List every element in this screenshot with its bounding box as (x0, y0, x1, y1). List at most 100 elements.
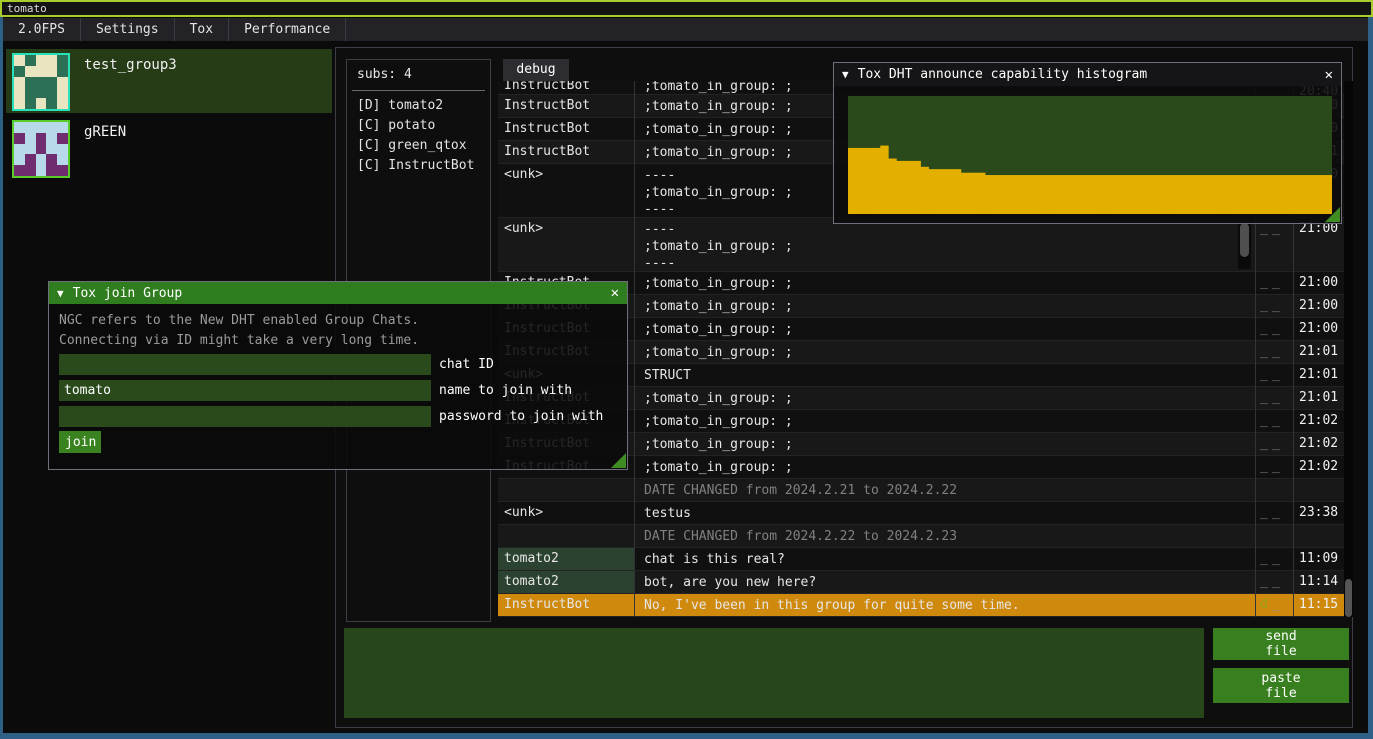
menu-item-performance[interactable]: Performance (229, 18, 346, 41)
message-text-cell: chat is this real? (638, 548, 1254, 570)
message-text-cell: testus (638, 502, 1254, 524)
message-text-cell: No, I've been in this group for quite so… (638, 594, 1254, 616)
message-cell-scrollbar[interactable] (1238, 222, 1251, 269)
subs-count-label: subs: 4 (357, 67, 412, 82)
resize-grip-icon[interactable] (611, 453, 626, 468)
timestamp-cell: 21:02 (1295, 433, 1342, 451)
date-changed-row[interactable]: DATE CHANGED from 2024.2.21 to 2024.2.22 (498, 479, 1344, 502)
sender-name-cell: InstructBot (498, 141, 634, 163)
date-changed-row[interactable]: DATE CHANGED from 2024.2.22 to 2024.2.23 (498, 525, 1344, 548)
member-list-item[interactable]: [D] tomato2 (357, 98, 443, 113)
delivery-status-cell: __ (1256, 387, 1293, 405)
message-text-cell: ;tomato_in_group: ; (638, 341, 1254, 363)
join-description-line: Connecting via ID might take a very long… (59, 333, 419, 348)
message-text-cell: STRUCT (638, 364, 1254, 386)
delivery-status-cell: __ (1256, 410, 1293, 428)
close-icon[interactable]: ✕ (611, 285, 619, 301)
collapse-icon[interactable]: ▼ (57, 287, 64, 300)
message-text-cell: ---- ;tomato_in_group: ; ---- (638, 218, 1254, 271)
send-file-button[interactable]: send file (1213, 628, 1349, 660)
column-divider[interactable] (634, 81, 635, 617)
delivery-status-cell: __ (1256, 364, 1293, 382)
timestamp-cell: 21:02 (1295, 456, 1342, 474)
message-text-cell: ;tomato_in_group: ; (638, 456, 1254, 478)
timestamp-cell: 23:38 (1295, 502, 1342, 520)
join-name-input[interactable] (59, 380, 431, 401)
sender-name-cell: <unk> (498, 502, 634, 524)
group-name-label: test_group3 (84, 57, 177, 73)
message-text-cell: bot, are you new here? (638, 571, 1254, 593)
message-text-cell: ;tomato_in_group: ; (638, 295, 1254, 317)
join-titlebar[interactable]: ▼ Tox join Group ✕ (49, 282, 627, 304)
tab-debug[interactable]: debug (503, 59, 569, 81)
member-list-item[interactable]: [C] green_qtox (357, 138, 467, 153)
chat-id-label: chat ID (439, 357, 494, 372)
timestamp-cell: 21:02 (1295, 410, 1342, 428)
delivery-status-cell: d_ (1256, 594, 1293, 612)
histogram-titlebar[interactable]: ▼ Tox DHT announce capability histogram … (834, 63, 1341, 86)
chat-message-row[interactable]: tomato2chat is this real?__11:09 (498, 548, 1344, 571)
histogram-title: Tox DHT announce capability histogram (858, 67, 1148, 82)
menu-item-tox[interactable]: Tox (175, 18, 229, 41)
chat-message-row[interactable]: <unk>---- ;tomato_in_group: ; ----__21:0… (498, 218, 1344, 272)
join-name-label: name to join with (439, 383, 572, 398)
close-icon[interactable]: ✕ (1325, 67, 1333, 83)
timestamp-cell: 21:00 (1295, 318, 1342, 336)
message-text-cell: DATE CHANGED from 2024.2.22 to 2024.2.23 (638, 525, 1254, 547)
message-text-cell: ;tomato_in_group: ; (638, 387, 1254, 409)
group-avatar (12, 53, 70, 111)
timestamp-cell (1295, 479, 1342, 482)
title-bar[interactable]: tomato (0, 0, 1373, 17)
sidebar-group-test_group3[interactable]: test_group3 (6, 49, 332, 113)
timestamp-cell (1295, 525, 1342, 528)
member-list-item[interactable]: [C] InstructBot (357, 158, 474, 173)
message-text-cell: ;tomato_in_group: ; (638, 318, 1254, 340)
chat-id-input[interactable] (59, 354, 431, 375)
window-border-left (0, 17, 3, 739)
fps-indicator: 2.0FPS (3, 18, 81, 41)
chat-message-row[interactable]: InstructBotNo, I've been in this group f… (498, 594, 1344, 617)
sender-name-cell: InstructBot (498, 594, 634, 616)
chat-message-row[interactable]: tomato2bot, are you new here?__11:14 (498, 571, 1344, 594)
member-list-item[interactable]: [C] potato (357, 118, 435, 133)
sidebar-group-gREEN[interactable]: gREEN (6, 116, 332, 172)
join-password-input[interactable] (59, 406, 431, 427)
message-text-cell: ;tomato_in_group: ; (638, 410, 1254, 432)
group-name-label: gREEN (84, 124, 126, 140)
join-window-title: Tox join Group (73, 286, 183, 301)
sender-name-cell: InstructBot (498, 95, 634, 117)
timestamp-cell: 21:00 (1295, 272, 1342, 290)
message-cell-scrollbar-thumb[interactable] (1240, 223, 1249, 257)
delivery-status-cell: __ (1256, 272, 1293, 290)
resize-grip-icon[interactable] (1325, 207, 1340, 222)
message-text-cell: ;tomato_in_group: ; (638, 433, 1254, 455)
delivery-status-cell: __ (1256, 502, 1293, 520)
message-input[interactable] (344, 628, 1204, 718)
delivery-status-cell: __ (1256, 571, 1293, 589)
join-group-window[interactable]: ▼ Tox join Group ✕ NGC refers to the New… (48, 281, 628, 470)
sender-name-cell: InstructBot (498, 81, 634, 94)
chat-scrollbar[interactable] (1344, 81, 1353, 617)
delivery-status-cell (1256, 525, 1293, 528)
delivery-status-cell: __ (1256, 318, 1293, 336)
menu-item-settings[interactable]: Settings (81, 18, 175, 41)
chat-scrollbar-thumb[interactable] (1345, 579, 1352, 617)
sender-name-cell: tomato2 (498, 548, 634, 570)
delivery-status-cell: __ (1256, 295, 1293, 313)
collapse-icon[interactable]: ▼ (842, 68, 849, 81)
sender-name-cell: <unk> (498, 218, 634, 271)
join-password-label: password to join with (439, 409, 603, 424)
window-border-right (1368, 17, 1373, 739)
timestamp-cell: 11:09 (1295, 548, 1342, 566)
sender-name-cell (498, 525, 634, 547)
sender-name-cell: <unk> (498, 164, 634, 217)
delivery-status-cell: __ (1256, 456, 1293, 474)
chat-message-row[interactable]: <unk>testus__23:38 (498, 502, 1344, 525)
paste-file-button[interactable]: paste file (1213, 668, 1349, 703)
group-avatar (12, 120, 70, 178)
histogram-window[interactable]: ▼ Tox DHT announce capability histogram … (833, 62, 1342, 224)
join-button[interactable]: join (59, 431, 101, 453)
join-description-line: NGC refers to the New DHT enabled Group … (59, 313, 419, 328)
sender-name-cell: tomato2 (498, 571, 634, 593)
timestamp-cell: 11:14 (1295, 571, 1342, 589)
